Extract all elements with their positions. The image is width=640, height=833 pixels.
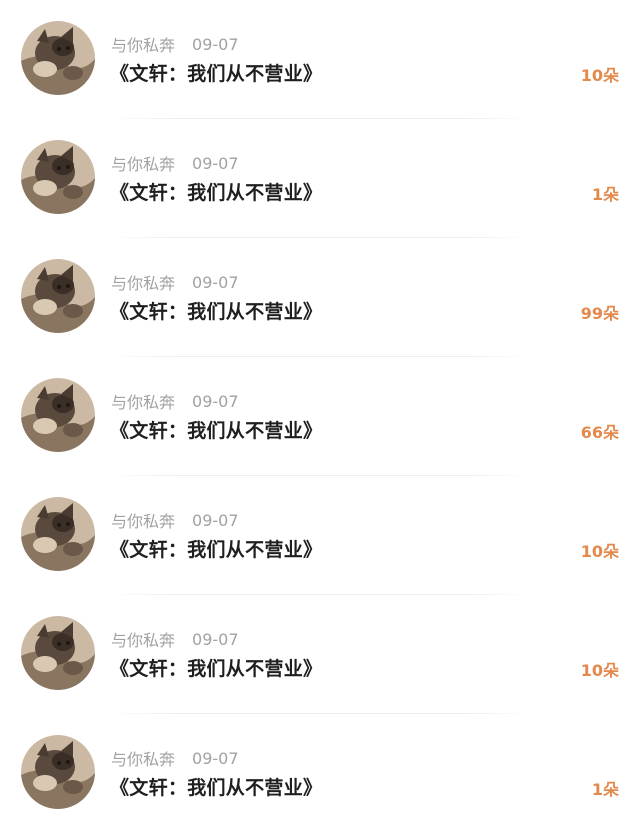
gift-count: 10朵 <box>580 66 619 85</box>
comment-text[interactable]: 《文轩：我们从不营业》 <box>110 297 322 324</box>
comment-meta: 与你私奔 09-07 <box>111 627 239 651</box>
comment-row[interactable]: 与你私奔 09-07 《文轩：我们从不营业》 10朵 <box>0 476 640 595</box>
cat-avatar-icon <box>21 21 95 95</box>
cat-avatar-icon <box>21 497 95 571</box>
gift-count: 1朵 <box>591 780 619 799</box>
gift-count: 10朵 <box>580 661 619 680</box>
comment-text[interactable]: 《文轩：我们从不营业》 <box>110 535 322 562</box>
user-name[interactable]: 与你私奔 <box>111 32 175 56</box>
cat-avatar-icon <box>21 378 95 452</box>
comment-meta: 与你私奔 09-07 <box>111 270 239 294</box>
gift-count: 66朵 <box>580 423 619 442</box>
comment-list: 与你私奔 09-07 《文轩：我们从不营业》 10朵 与你私奔 09-07 《文… <box>0 0 640 831</box>
user-avatar[interactable] <box>21 140 95 214</box>
gift-count: 99朵 <box>580 304 619 323</box>
user-avatar[interactable] <box>21 616 95 690</box>
user-name[interactable]: 与你私奔 <box>111 746 175 770</box>
comment-text[interactable]: 《文轩：我们从不营业》 <box>110 773 322 800</box>
user-avatar[interactable] <box>21 259 95 333</box>
comment-date: 09-07 <box>192 34 239 54</box>
comment-row[interactable]: 与你私奔 09-07 《文轩：我们从不营业》 66朵 <box>0 357 640 476</box>
gift-count: 10朵 <box>580 542 619 561</box>
user-name[interactable]: 与你私奔 <box>111 389 175 413</box>
comment-meta: 与你私奔 09-07 <box>111 151 239 175</box>
cat-avatar-icon <box>21 140 95 214</box>
user-name[interactable]: 与你私奔 <box>111 151 175 175</box>
user-name[interactable]: 与你私奔 <box>111 270 175 294</box>
user-avatar[interactable] <box>21 21 95 95</box>
comment-date: 09-07 <box>192 629 239 649</box>
cat-avatar-icon <box>21 616 95 690</box>
comment-date: 09-07 <box>192 510 239 530</box>
comment-meta: 与你私奔 09-07 <box>111 32 239 56</box>
comment-meta: 与你私奔 09-07 <box>111 746 239 770</box>
comment-text[interactable]: 《文轩：我们从不营业》 <box>110 654 322 681</box>
comment-row[interactable]: 与你私奔 09-07 《文轩：我们从不营业》 10朵 <box>0 0 640 119</box>
comment-date: 09-07 <box>192 391 239 411</box>
comment-row[interactable]: 与你私奔 09-07 《文轩：我们从不营业》 1朵 <box>0 714 640 833</box>
user-avatar[interactable] <box>21 378 95 452</box>
comment-text[interactable]: 《文轩：我们从不营业》 <box>110 416 322 443</box>
user-avatar[interactable] <box>21 735 95 809</box>
comment-date: 09-07 <box>192 153 239 173</box>
user-name[interactable]: 与你私奔 <box>111 508 175 532</box>
comment-meta: 与你私奔 09-07 <box>111 389 239 413</box>
cat-avatar-icon <box>21 735 95 809</box>
user-avatar[interactable] <box>21 497 95 571</box>
comment-meta: 与你私奔 09-07 <box>111 508 239 532</box>
user-name[interactable]: 与你私奔 <box>111 627 175 651</box>
comment-date: 09-07 <box>192 272 239 292</box>
cat-avatar-icon <box>21 259 95 333</box>
comment-text[interactable]: 《文轩：我们从不营业》 <box>110 59 322 86</box>
comment-row[interactable]: 与你私奔 09-07 《文轩：我们从不营业》 99朵 <box>0 238 640 357</box>
comment-row[interactable]: 与你私奔 09-07 《文轩：我们从不营业》 10朵 <box>0 595 640 714</box>
comment-text[interactable]: 《文轩：我们从不营业》 <box>110 178 322 205</box>
gift-count: 1朵 <box>591 185 619 204</box>
comment-row[interactable]: 与你私奔 09-07 《文轩：我们从不营业》 1朵 <box>0 119 640 238</box>
comment-date: 09-07 <box>192 748 239 768</box>
